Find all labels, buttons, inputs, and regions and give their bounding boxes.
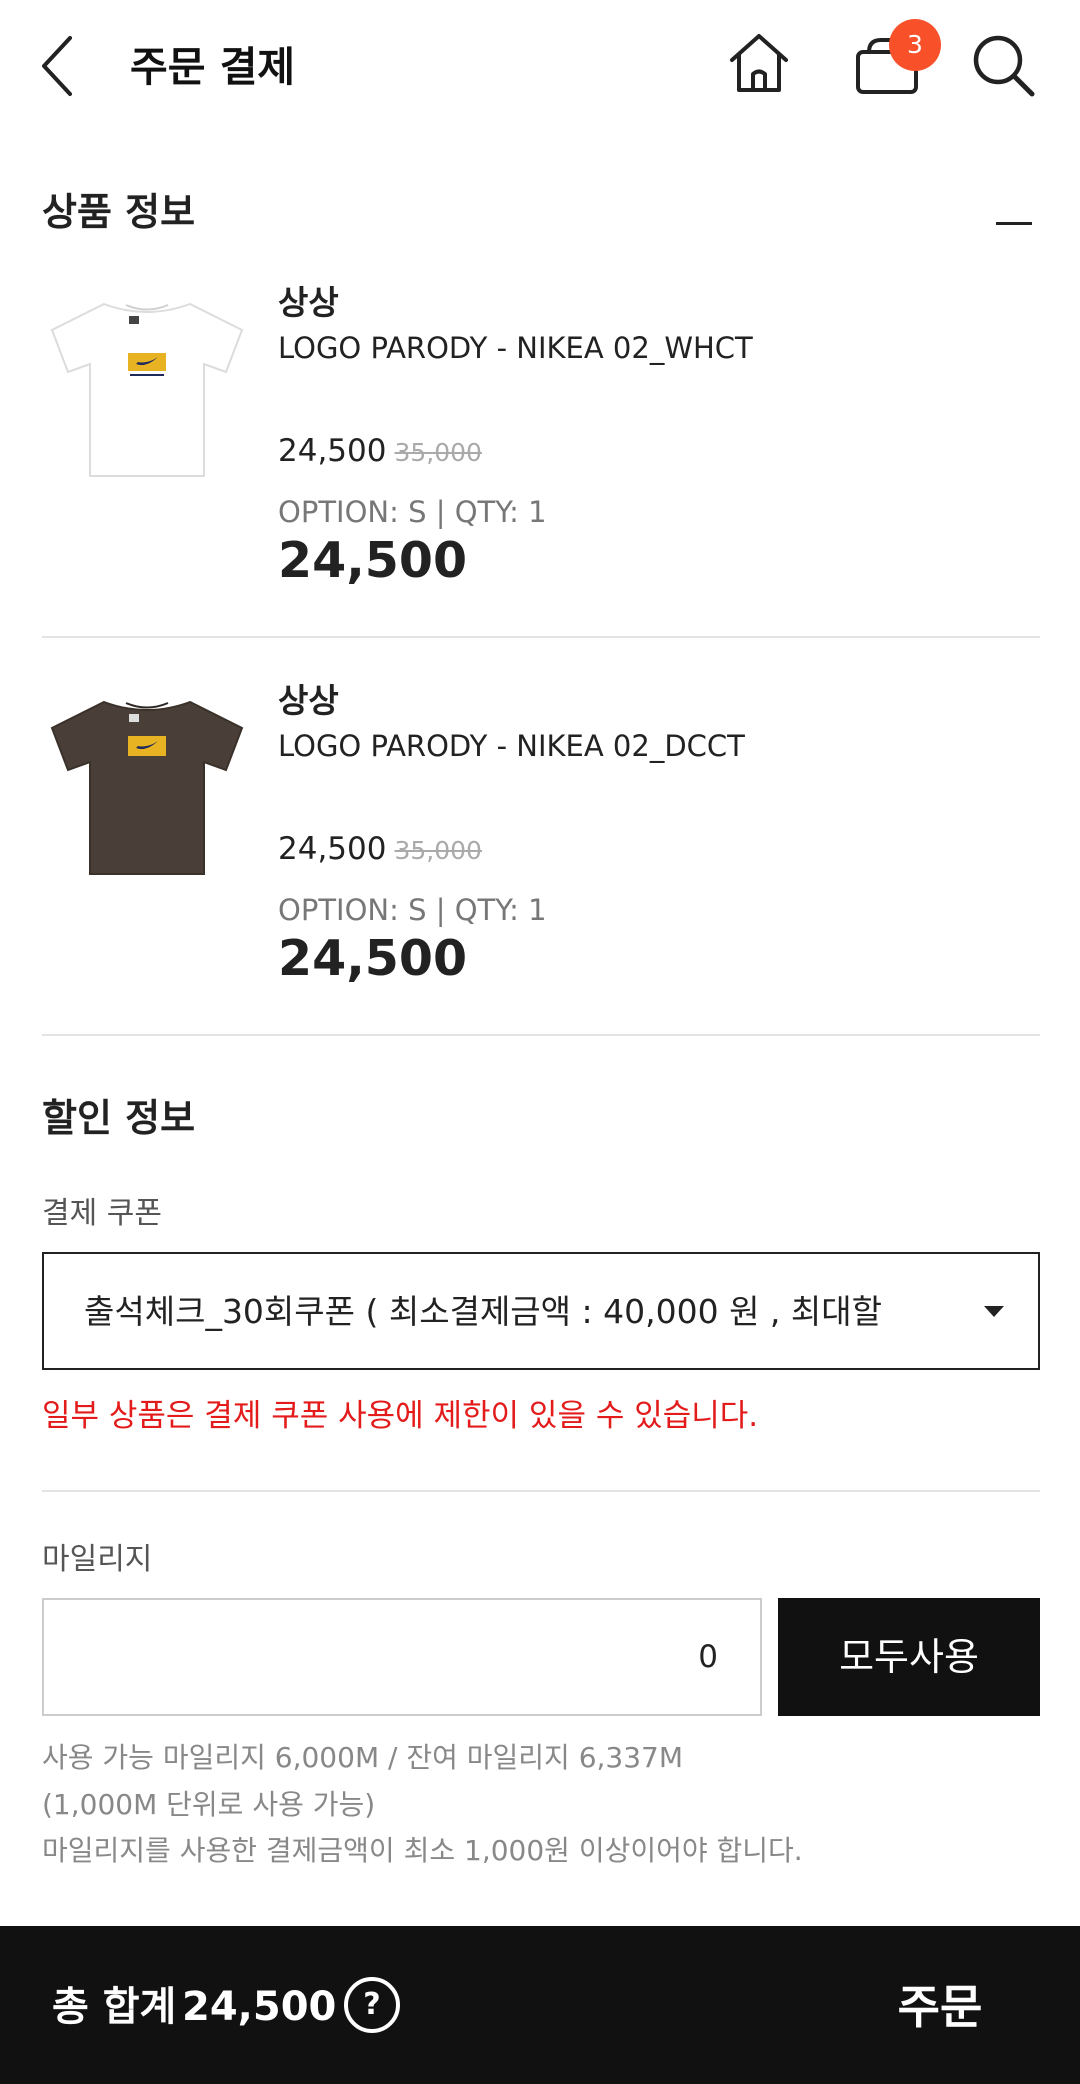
help-icon[interactable]: ? (344, 1977, 400, 2033)
sale-price: 24,500 (278, 831, 387, 867)
search-icon (973, 35, 1035, 97)
product-option: OPTION: S | QTY: 1 (278, 893, 547, 927)
divider (42, 1490, 1040, 1492)
original-price: 35,000 (394, 438, 482, 467)
mileage-unit-note: (1,000M 단위로 사용 가능) (42, 1788, 376, 1821)
coupon-selected-value: 출석체크_30회쿠폰 ( 최소결제금액 : 40,000 원 , 최대할 (84, 1292, 882, 1331)
product-total: 24,500 (278, 532, 468, 589)
order-footer-bar: 총 합계 24,500 ? 주문 (0, 1926, 1080, 2084)
product-total: 24,500 (278, 930, 468, 987)
dropdown-arrow-icon (984, 1306, 1004, 1317)
product-price: 24,500 35,000 (278, 828, 482, 872)
product-name: LOGO PARODY - NIKEA 02_DCCT (278, 729, 745, 763)
home-icon (730, 34, 788, 92)
original-price: 35,000 (394, 836, 482, 865)
product-name: LOGO PARODY - NIKEA 02_WHCT (278, 331, 753, 365)
sale-price: 24,500 (278, 433, 387, 469)
product-item[interactable]: 상상 LOGO PARODY - NIKEA 02_DCCT 24,500 35,… (42, 681, 1040, 1080)
total-amount: 24,500 (182, 1984, 337, 2030)
chevron-left-icon (42, 36, 72, 96)
divider (42, 636, 1040, 638)
home-button[interactable] (728, 32, 790, 94)
order-button[interactable]: 주문 (860, 1972, 1020, 2042)
mileage-minimum-note: 마일리지를 사용한 결제금액이 최소 1,000원 이상이어야 합니다. (42, 1834, 803, 1867)
coupon-warning-text: 일부 상품은 결제 쿠폰 사용에 제한이 있을 수 있습니다. (42, 1398, 759, 1434)
product-price: 24,500 35,000 (278, 430, 482, 474)
product-brand: 상상 (278, 681, 339, 720)
coupon-label: 결제 쿠폰 (42, 1196, 162, 1231)
divider (42, 1034, 1040, 1036)
mileage-input[interactable] (42, 1598, 762, 1716)
cart-count-badge: 3 (889, 19, 941, 71)
search-button[interactable] (970, 32, 1036, 98)
mileage-label: 마일리지 (42, 1542, 153, 1577)
discount-section-title: 할인 정보 (42, 1096, 196, 1140)
page-title: 주문 결제 (130, 43, 296, 91)
product-brand: 상상 (278, 283, 339, 322)
use-all-mileage-button[interactable]: 모두사용 (778, 1598, 1040, 1716)
top-app-bar: 주문 결제 3 (0, 0, 1080, 135)
mileage-available-note: 사용 가능 마일리지 6,000M / 잔여 마일리지 6,337M (42, 1741, 684, 1774)
coupon-select[interactable]: 출석체크_30회쿠폰 ( 최소결제금액 : 40,000 원 , 최대할 (42, 1252, 1040, 1370)
product-image (50, 302, 244, 477)
back-button[interactable] (38, 34, 78, 98)
product-image (50, 700, 244, 875)
product-item[interactable]: 상상 LOGO PARODY - NIKEA 02_WHCT 24,500 35,… (42, 283, 1040, 682)
product-option: OPTION: S | QTY: 1 (278, 495, 547, 529)
product-section-title: 상품 정보 (42, 190, 196, 234)
collapse-toggle-button[interactable] (996, 222, 1032, 225)
total-label: 총 합계 (52, 1984, 177, 2030)
